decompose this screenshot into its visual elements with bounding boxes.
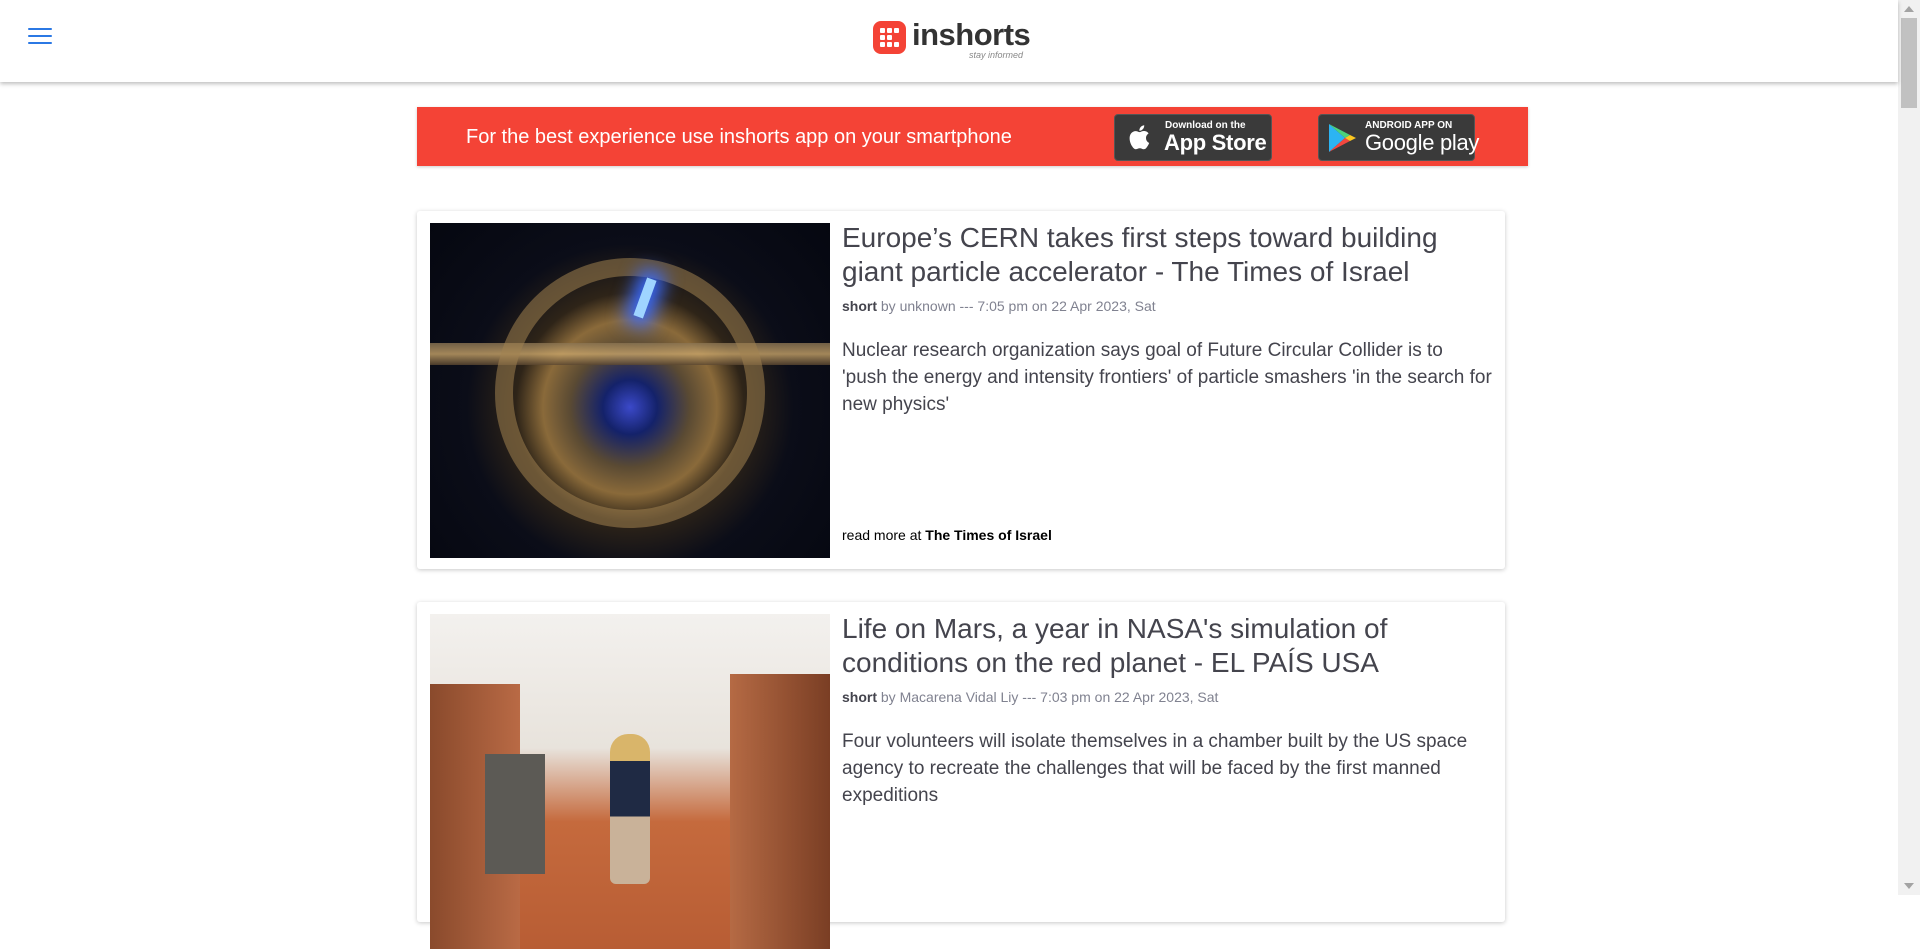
news-card: Life on Mars, a year in NASA's simulatio… xyxy=(417,602,1505,949)
app-promo-banner: For the best experience use inshorts app… xyxy=(417,107,1528,166)
news-card-time: 7:05 pm xyxy=(977,298,1028,314)
news-card-author: Macarena Vidal Liy xyxy=(899,689,1019,705)
news-card-title[interactable]: Life on Mars, a year in NASA's simulatio… xyxy=(842,612,1492,680)
scroll-down-arrow-icon[interactable] xyxy=(1904,883,1914,889)
short-label: short xyxy=(842,689,877,705)
google-play-big-label: Google play xyxy=(1365,130,1480,155)
google-play-icon xyxy=(1326,122,1358,158)
news-card-body: Nuclear research organization says goal … xyxy=(842,340,1492,415)
short-label: short xyxy=(842,298,877,314)
scroll-up-arrow-icon[interactable] xyxy=(1904,6,1914,12)
top-header: inshorts stay informed xyxy=(0,0,1898,82)
news-card-date: 22 Apr 2023, Sat xyxy=(1114,689,1219,705)
app-promo-text: For the best experience use inshorts app… xyxy=(466,126,1012,148)
inshorts-logo-icon xyxy=(873,21,906,54)
news-card-author: unknown xyxy=(899,298,956,314)
news-card-image[interactable] xyxy=(430,614,830,949)
page-scrollbar[interactable] xyxy=(1898,0,1920,895)
brand-name: inshorts xyxy=(912,17,1031,52)
news-card-time: 7:03 pm xyxy=(1040,689,1091,705)
brand-tagline: stay informed xyxy=(969,50,1024,60)
news-card-body: Four volunteers will isolate themselves … xyxy=(842,731,1468,806)
google-play-button[interactable]: ANDROID APP ON Google play xyxy=(1318,114,1479,161)
app-store-big-label: App Store xyxy=(1164,130,1267,155)
news-card-meta: short by Macarena Vidal Liy --- 7:03 pm … xyxy=(842,689,1219,705)
hamburger-menu-icon[interactable] xyxy=(28,28,52,46)
scrollbar-thumb[interactable] xyxy=(1901,18,1917,108)
news-card: Europe’s CERN takes first steps toward b… xyxy=(417,211,1505,569)
news-card-title[interactable]: Europe’s CERN takes first steps toward b… xyxy=(842,221,1492,289)
app-store-button[interactable]: Download on the App Store xyxy=(1114,114,1272,161)
news-card-meta: short by unknown --- 7:05 pm on 22 Apr 2… xyxy=(842,298,1156,314)
read-more-source-link[interactable]: The Times of Israel xyxy=(925,527,1052,543)
read-more: read more at The Times of Israel xyxy=(842,527,1052,543)
news-card-image[interactable] xyxy=(430,223,830,558)
news-card-date: 22 Apr 2023, Sat xyxy=(1051,298,1156,314)
apple-icon xyxy=(1125,123,1151,155)
